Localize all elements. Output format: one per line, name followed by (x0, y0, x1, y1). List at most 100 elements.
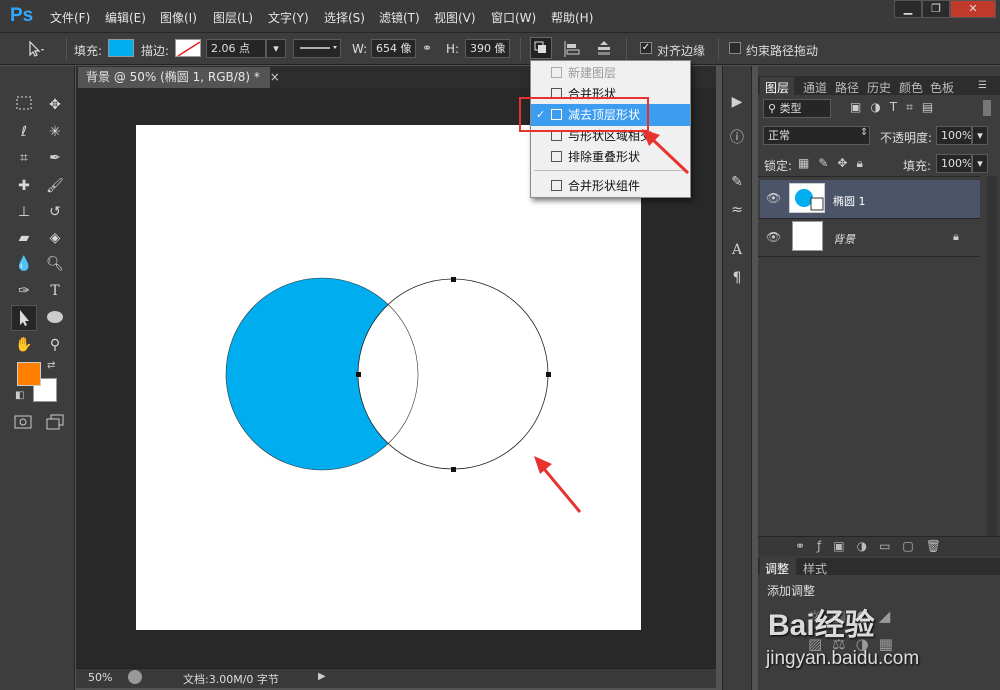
anchor-point[interactable] (356, 372, 361, 377)
pen-tool-icon[interactable]: ✑ (13, 280, 35, 302)
menu-filter[interactable]: 滤镜(T) (379, 9, 420, 26)
path-selection-tool-icon[interactable] (11, 305, 37, 331)
magic-wand-tool-icon[interactable]: ✳ (44, 121, 66, 143)
ellipse-shape[interactable] (226, 278, 418, 470)
path-operations-button[interactable] (530, 37, 552, 59)
divider (758, 176, 980, 177)
menu-image[interactable]: 图像(I) (160, 9, 197, 26)
move-tool-icon[interactable]: ✥ (44, 94, 66, 116)
stroke-size-input[interactable]: 2.06 点 (206, 39, 266, 58)
annotation-arrow (642, 129, 690, 175)
path-alignment-icon[interactable] (562, 39, 582, 59)
opacity-dropdown-icon[interactable]: ▾ (972, 126, 988, 145)
stroke-type-dropdown[interactable] (293, 39, 341, 58)
brush-panel-icon[interactable]: ✎ (727, 172, 747, 192)
anchor-point[interactable] (546, 372, 551, 377)
menu-file[interactable]: 文件(F) (50, 9, 90, 26)
link-icon[interactable]: ⚭ (422, 41, 438, 55)
filter-kind-dropdown[interactable]: ⚲ 类型 (763, 99, 831, 118)
tab-layers[interactable]: 图层 (765, 79, 789, 96)
clone-stamp-tool-icon[interactable]: ⊥ (13, 201, 35, 223)
status-info-icon[interactable] (128, 670, 142, 684)
dodge-tool-icon[interactable]: 🔍︎ (44, 253, 66, 275)
align-edges-checkbox[interactable]: ✓ (640, 42, 652, 54)
lasso-tool-icon[interactable]: ℓ (13, 121, 35, 143)
stroke-size-dropdown-icon[interactable]: ▾ (266, 39, 286, 58)
height-input[interactable]: 390 像 (465, 39, 510, 58)
paint-bucket-tool-icon[interactable]: ◈ (44, 227, 66, 249)
marquee-tool-icon[interactable] (13, 94, 35, 116)
tab-swatches[interactable]: 色板 (930, 79, 954, 96)
history-brush-tool-icon[interactable]: ↺ (44, 201, 66, 223)
zoom-level[interactable]: 50% (88, 671, 112, 684)
document-canvas[interactable] (136, 125, 641, 630)
layer-name-background[interactable]: 背景 (833, 231, 855, 247)
height-label: H: (446, 42, 460, 56)
width-input[interactable]: 654 像 (371, 39, 416, 58)
screen-mode-icon[interactable] (44, 412, 66, 434)
filter-toggle[interactable] (983, 100, 991, 116)
divider (758, 256, 980, 257)
layer-actions-icons[interactable]: ⚭ƒ▣◑▭▢🗑︎ (795, 539, 975, 555)
path-arrangement-icon[interactable] (594, 39, 614, 59)
eraser-tool-icon[interactable]: ▰ (13, 227, 35, 249)
fill-opacity-input[interactable]: 100% (936, 154, 972, 173)
tab-adjustments[interactable]: 调整 (765, 560, 789, 577)
anchor-point[interactable] (451, 467, 456, 472)
crop-tool-icon[interactable]: ⌗ (13, 147, 35, 169)
menu-type[interactable]: 文字(Y) (268, 9, 309, 26)
shape-layer-graphic[interactable] (136, 125, 641, 630)
close-window-button[interactable]: ✕ (950, 0, 996, 18)
hand-tool-icon[interactable]: ✋ (13, 334, 35, 356)
path-select-tool-preset-icon[interactable] (26, 40, 46, 58)
blend-mode-dropdown[interactable]: 正常 (763, 126, 870, 145)
fill-opacity-dropdown-icon[interactable]: ▾ (972, 154, 988, 173)
tab-paths[interactable]: 路径 (835, 79, 859, 96)
status-expand-arrow-icon[interactable]: ▶ (318, 671, 326, 682)
brush-tool-icon[interactable]: 🖌 (44, 175, 66, 197)
tab-history[interactable]: 历史 (867, 79, 891, 96)
anchor-point[interactable] (451, 277, 456, 282)
panel-menu-icon[interactable]: ☰ (978, 80, 987, 91)
eyedropper-tool-icon[interactable]: ✒ (44, 147, 66, 169)
play-actions-icon[interactable]: ▶ (727, 92, 747, 112)
minimize-button[interactable]: ▁ (894, 0, 922, 18)
default-colors-icon[interactable]: ◧ (15, 390, 24, 401)
status-bar (76, 668, 716, 688)
character-panel-icon[interactable]: A (727, 240, 747, 260)
tab-color[interactable]: 颜色 (899, 79, 923, 96)
filter-kind-value: 类型 (779, 102, 802, 115)
eye-visibility-icon[interactable]: 👁︎ (766, 191, 781, 205)
fill-swatch[interactable] (108, 39, 134, 57)
healing-brush-tool-icon[interactable]: ✚ (13, 175, 35, 197)
layer-filter-icons[interactable]: ▣◑T⌗▤ (850, 100, 980, 116)
document-tab-close-icon[interactable]: × (270, 70, 280, 84)
info-panel-icon[interactable]: ⓘ (727, 128, 747, 148)
maximize-button[interactable]: ❐ (922, 0, 950, 18)
layer-name-ellipse[interactable]: 椭圆 1 (833, 193, 866, 209)
quick-mask-icon[interactable] (12, 412, 34, 434)
layers-scrollbar[interactable] (987, 176, 997, 536)
type-tool-icon[interactable]: T (44, 280, 66, 302)
menu-edit[interactable]: 编辑(E) (105, 9, 146, 26)
ellipse-tool-icon[interactable] (44, 306, 66, 328)
blur-tool-icon[interactable]: 💧 (13, 253, 35, 275)
constrain-path-checkbox[interactable] (729, 42, 741, 54)
eye-visibility-icon[interactable]: 👁︎ (766, 230, 781, 244)
zoom-tool-icon[interactable]: ⚲ (44, 334, 66, 356)
opacity-input[interactable]: 100% (936, 126, 972, 145)
menu-help[interactable]: 帮助(H) (551, 9, 593, 26)
search-icon: ⚲ (768, 102, 780, 115)
brush-presets-icon[interactable]: ≈ (727, 200, 747, 220)
menu-select[interactable]: 选择(S) (324, 9, 365, 26)
tab-channels[interactable]: 通道 (803, 79, 827, 96)
menu-layer[interactable]: 图层(L) (213, 9, 253, 26)
menu-window[interactable]: 窗口(W) (491, 9, 536, 26)
menu-view[interactable]: 视图(V) (434, 9, 476, 26)
tab-styles[interactable]: 样式 (803, 560, 827, 577)
stroke-swatch[interactable] (175, 39, 201, 57)
swap-colors-icon[interactable]: ⇄ (47, 360, 55, 371)
document-tab[interactable]: 背景 @ 50% (椭圆 1, RGB/8) * × (78, 67, 280, 88)
lock-icons[interactable]: ▦✎✥🔒︎ (798, 156, 884, 172)
paragraph-panel-icon[interactable]: ¶ (727, 268, 747, 288)
